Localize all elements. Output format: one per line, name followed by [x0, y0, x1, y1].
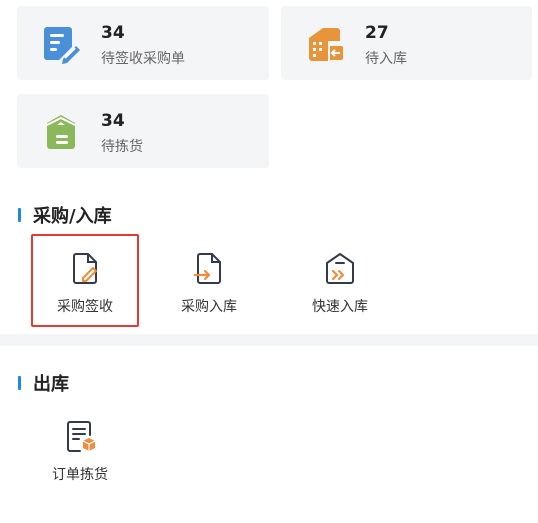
section-header-purchase: 采购/入库 — [18, 204, 112, 227]
action-quick-inbound[interactable]: 快速入库 — [287, 235, 393, 323]
stat-count: 34 — [101, 23, 125, 43]
warehouse-inbound-icon — [309, 28, 343, 61]
stat-count: 27 — [365, 23, 389, 43]
action-label: 订单拣货 — [52, 467, 108, 483]
section-accent-bar — [18, 376, 21, 390]
purchase-inbound-icon — [193, 253, 221, 284]
section-title: 采购/入库 — [33, 206, 112, 227]
stat-card-pending-picking[interactable]: 34 待拣货 — [17, 94, 269, 168]
stat-label: 待拣货 — [101, 139, 143, 155]
action-label: 采购签收 — [57, 299, 113, 315]
stat-count: 34 — [101, 111, 125, 131]
stat-label: 待签收采购单 — [101, 51, 185, 67]
section-accent-bar — [18, 208, 21, 222]
document-edit-icon — [44, 27, 80, 64]
stat-card-pending-sign[interactable]: 34 待签收采购单 — [17, 6, 269, 80]
stat-card-pending-inbound[interactable]: 27 待入库 — [281, 6, 532, 80]
section-divider — [0, 334, 538, 346]
section-title: 出库 — [33, 374, 69, 395]
action-order-picking[interactable]: 订单拣货 — [27, 403, 133, 491]
purchase-sign-icon — [73, 253, 97, 284]
section-header-outbound: 出库 — [18, 372, 69, 395]
picking-box-icon — [46, 115, 76, 149]
action-label: 采购入库 — [181, 299, 237, 315]
action-purchase-inbound[interactable]: 采购入库 — [156, 235, 262, 323]
action-label: 快速入库 — [312, 299, 368, 315]
stat-label: 待入库 — [365, 51, 407, 67]
action-purchase-sign[interactable]: 采购签收 — [32, 235, 138, 323]
quick-inbound-icon — [326, 253, 354, 284]
order-picking-icon — [67, 421, 96, 452]
